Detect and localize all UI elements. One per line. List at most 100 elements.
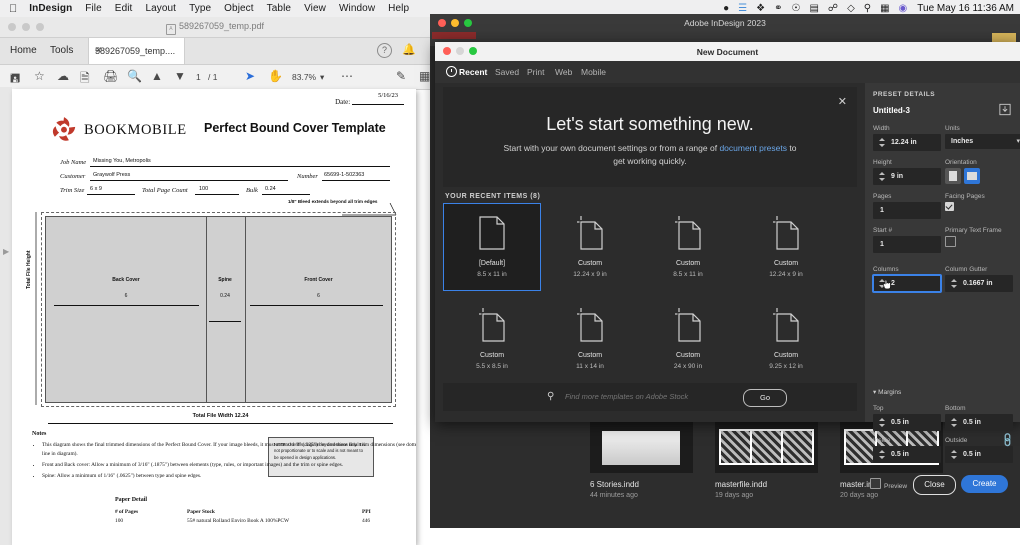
tab-web[interactable]: Web <box>555 67 572 77</box>
spine-dimension-line <box>209 321 241 322</box>
go-button[interactable]: Go <box>743 389 787 407</box>
close-button[interactable]: Close <box>913 475 956 495</box>
column-header-stock: Paper Stock <box>187 508 215 515</box>
menu-item-edit[interactable]: Edit <box>115 3 133 14</box>
tab-recent[interactable]: Recent <box>459 67 487 77</box>
acrobat-window-title: A 589267059_temp.pdf <box>0 21 430 35</box>
margins-section-header[interactable]: ▾ Margins <box>873 388 901 396</box>
chevron-down-icon[interactable]: ▾ <box>320 72 324 83</box>
print-icon[interactable]: 🖨 <box>103 69 118 83</box>
menu-item-table[interactable]: Table <box>267 3 291 14</box>
recent-file-item[interactable]: masterfile.indd 19 days ago <box>715 417 830 499</box>
facing-pages-checkbox[interactable] <box>945 202 954 211</box>
total-width-dimension-line <box>48 423 393 424</box>
margin-bottom-input[interactable]: 0.5 in <box>945 414 1013 431</box>
panel-icon[interactable]: ▦ <box>419 69 430 83</box>
recent-item-6[interactable]: Custom 24 x 90 in <box>639 295 737 383</box>
tab-tools[interactable]: Tools <box>50 45 73 56</box>
tab-home[interactable]: Home <box>10 45 37 56</box>
pages-label: Pages <box>873 193 892 200</box>
orientation-portrait-button[interactable] <box>945 168 961 184</box>
width-input[interactable]: 12.24 in <box>873 134 941 151</box>
panel-expand-icon[interactable]: ▶ <box>3 247 9 256</box>
column-gutter-input[interactable]: 0.1667 in <box>945 275 1013 292</box>
menu-item-view[interactable]: View <box>304 3 326 14</box>
apple-icon[interactable]:  <box>9 3 17 15</box>
preset-name-input[interactable]: Untitled-3 <box>873 103 993 118</box>
margin-inside-input[interactable]: 0.5 in <box>873 446 941 463</box>
menu-item-window[interactable]: Window <box>339 3 375 14</box>
hand-tool-icon[interactable]: ✋ <box>268 69 283 83</box>
units-select[interactable]: Inches ▾ <box>945 134 1020 149</box>
menu-item-type[interactable]: Type <box>189 3 211 14</box>
upload-cloud-icon[interactable]: ☁ <box>57 69 69 83</box>
menu-item-indesign[interactable]: InDesign <box>29 3 72 14</box>
page-down-icon[interactable]: ▼ <box>174 69 186 83</box>
customer-value: Graywolf Press <box>93 172 131 178</box>
recent-item-1[interactable]: Custom 12.24 x 9 in <box>541 203 639 291</box>
save-preset-icon[interactable] <box>999 103 1011 116</box>
tab-mobile[interactable]: Mobile <box>581 67 606 77</box>
stepper-icon[interactable] <box>950 449 958 460</box>
pages-input[interactable]: 1 <box>873 202 941 219</box>
zoom-out-icon[interactable]: 🔍 <box>127 69 142 83</box>
item-name: Custom <box>479 352 505 359</box>
stepper-icon[interactable] <box>878 171 886 182</box>
close-icon[interactable]: ✕ <box>95 45 179 56</box>
preview-checkbox[interactable] <box>870 478 881 489</box>
protect-icon[interactable]: 🗎 <box>80 69 90 90</box>
create-button[interactable]: Create <box>961 475 1008 493</box>
page-up-icon[interactable]: ▲ <box>151 69 163 83</box>
recent-item-7[interactable]: Custom 9.25 x 12 in <box>737 295 835 383</box>
menu-item-help[interactable]: Help <box>388 3 409 14</box>
height-input[interactable]: 9 in <box>873 168 941 185</box>
stepper-icon[interactable] <box>950 417 958 428</box>
stepper-icon[interactable] <box>878 417 886 428</box>
primary-text-frame-checkbox[interactable] <box>945 236 956 247</box>
margin-outside-input[interactable]: 0.5 in <box>945 446 1013 463</box>
star-icon[interactable]: ☆ <box>34 69 45 83</box>
help-icon[interactable]: ? <box>377 43 392 58</box>
recent-item-default[interactable]: [Default] 8.5 x 11 in <box>443 203 541 291</box>
search-input[interactable] <box>563 391 737 402</box>
margin-top-field: Top 0.5 in <box>873 405 941 431</box>
recent-item-5[interactable]: Custom 11 x 14 in <box>541 295 639 383</box>
preview-toggle[interactable]: Preview <box>870 478 907 490</box>
margin-bottom-label: Bottom <box>945 405 966 412</box>
acrobat-title-bar: A 589267059_temp.pdf <box>0 17 430 38</box>
tab-print[interactable]: Print <box>527 67 544 77</box>
preset-details-panel: PRESET DETAILS Untitled-3 Width 12.24 in… <box>865 83 1020 495</box>
tab-document[interactable]: 589267059_temp.... ✕ <box>88 38 185 64</box>
orientation-landscape-button[interactable] <box>964 168 980 184</box>
margin-top-input[interactable]: 0.5 in <box>873 414 941 431</box>
menu-item-layout[interactable]: Layout <box>145 3 176 14</box>
menu-item-file[interactable]: File <box>85 3 102 14</box>
recent-item-2[interactable]: Custom 8.5 x 11 in <box>639 203 737 291</box>
select-tool-icon[interactable]: ➤ <box>245 69 255 83</box>
menu-item-object[interactable]: Object <box>224 3 254 14</box>
margin-inside-value: 0.5 in <box>891 450 909 458</box>
job-name-rule <box>90 166 390 167</box>
page-number-input[interactable]: 1 <box>196 72 201 82</box>
recent-item-3[interactable]: Custom 12.24 x 9 in <box>737 203 835 291</box>
menu-bar-clock[interactable]: Tue May 16 11:36 AM <box>917 3 1014 14</box>
hero-headline: Let's start something new. <box>546 114 754 134</box>
notifications-bell-icon[interactable]: 🔔 <box>402 43 416 56</box>
clock-icon <box>446 66 457 77</box>
pdf-page[interactable]: Date: 5/16/23 BOOKMOBILE Perfect Bound C… <box>12 89 416 545</box>
recent-item-4[interactable]: Custom 5.5 x 8.5 in <box>443 295 541 383</box>
recent-file-item[interactable]: 6 Stories.indd 44 minutes ago <box>590 417 705 499</box>
zoom-level-value[interactable]: 83.7% <box>292 72 316 82</box>
more-icon[interactable]: ⋯ <box>341 69 353 83</box>
stepper-icon[interactable] <box>950 278 958 289</box>
stepper-icon[interactable] <box>878 137 886 148</box>
close-icon[interactable]: ✕ <box>838 95 847 108</box>
start-number-input[interactable]: 1 <box>873 236 941 253</box>
tab-saved[interactable]: Saved <box>495 67 519 77</box>
columns-input[interactable]: 2 <box>873 275 941 292</box>
document-icon <box>675 308 701 342</box>
sign-icon[interactable]: ✎ <box>396 69 406 83</box>
stepper-icon[interactable] <box>878 449 886 460</box>
bulk-rule <box>262 194 310 195</box>
document-presets-link[interactable]: document presets <box>719 143 787 153</box>
